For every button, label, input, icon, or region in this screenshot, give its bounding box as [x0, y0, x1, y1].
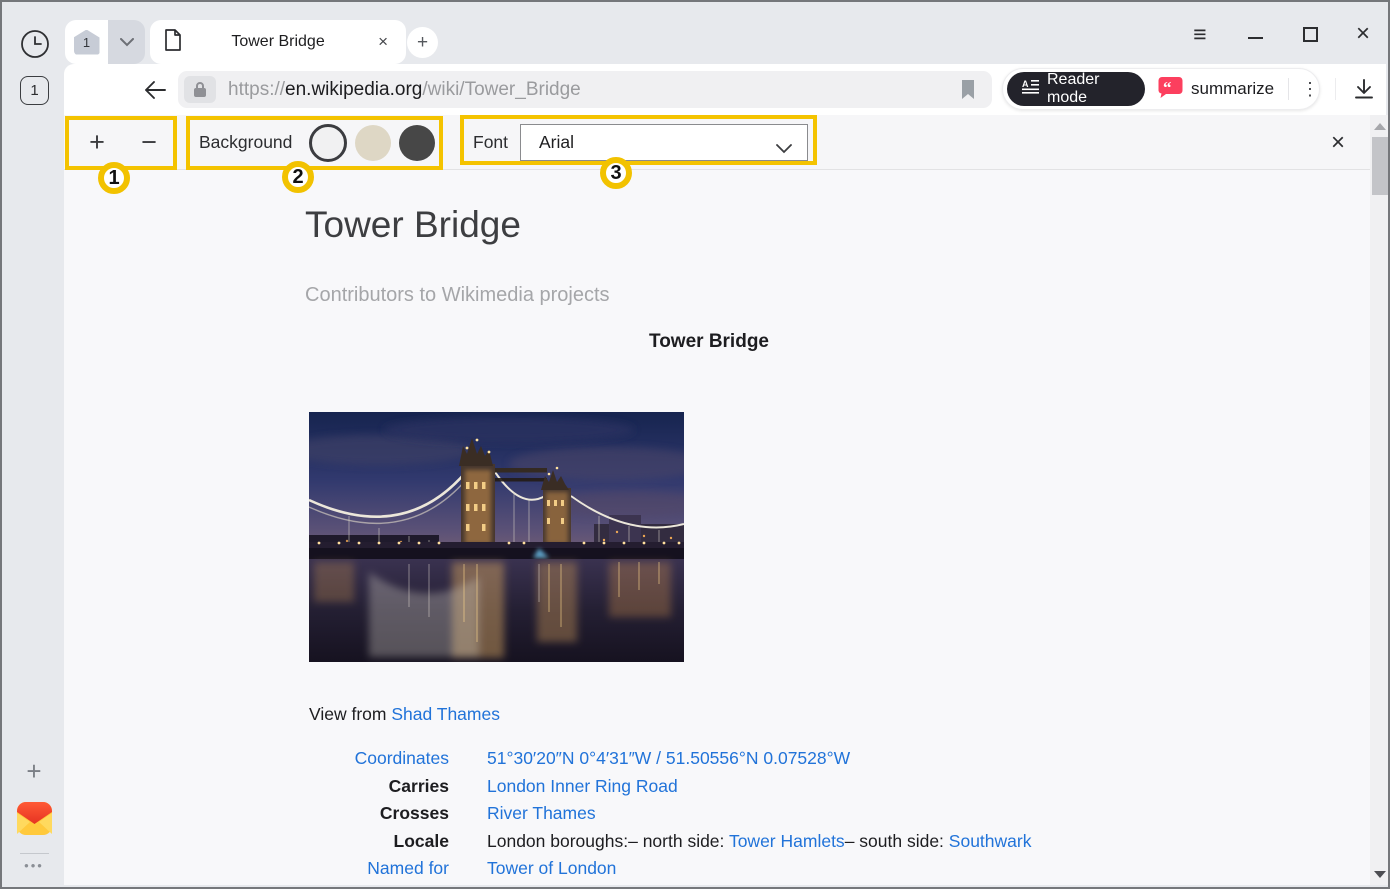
kebab-menu-icon[interactable]: ⋮	[1301, 79, 1319, 100]
article-byline: Contributors to Wikimedia projects	[305, 284, 610, 307]
annotation-box-3	[460, 115, 817, 165]
reader-mode-icon: A	[1022, 79, 1039, 99]
reader-mode-label: Reader mode	[1047, 71, 1130, 107]
history-clock-icon[interactable]	[20, 29, 50, 59]
article-link[interactable]: Southwark	[949, 831, 1032, 851]
annotation-badge-2: 2	[282, 161, 314, 193]
infobox-label: Crosses	[207, 803, 449, 824]
tab-group-count: 1	[74, 30, 100, 55]
table-row: Coordinates 51°30′20″N 0°4′31″W / 51.5055…	[207, 748, 1031, 776]
table-row: Carries London Inner Ring Road	[207, 776, 1031, 804]
vertical-scrollbar[interactable]	[1370, 115, 1390, 885]
table-row: Locale London boroughs:– north side: Towe…	[207, 831, 1031, 859]
tab-group-badge[interactable]: 1	[65, 20, 108, 64]
sidebar-more-icon[interactable]: •••	[4, 858, 64, 873]
summarize-quote-icon: “	[1158, 75, 1183, 104]
url-host: en.wikipedia.org	[285, 79, 422, 100]
infobox-label: Carries	[207, 776, 449, 797]
caption-link[interactable]: Shad Thames	[391, 704, 500, 724]
tab-group-control[interactable]: 1	[65, 20, 145, 64]
tab-close-icon[interactable]: ×	[374, 32, 392, 52]
url-path: /wiki/Tower_Bridge	[422, 79, 580, 100]
infobox-title: Tower Bridge	[305, 331, 1113, 353]
annotation-badge-1: 1	[98, 162, 130, 194]
url-scheme: https://	[228, 79, 285, 100]
article-link[interactable]: London Inner Ring Road	[487, 776, 678, 796]
article-link[interactable]: Tower of London	[487, 858, 616, 878]
table-row: Crosses River Thames	[207, 803, 1031, 831]
lock-icon[interactable]	[184, 76, 216, 103]
summarize-button[interactable]: “ summarize	[1158, 75, 1274, 104]
annotation-badge-3: 3	[600, 157, 632, 189]
sidebar-add-button[interactable]: +	[4, 756, 64, 787]
caption-prefix: View from	[309, 704, 391, 724]
tab-tower-bridge[interactable]: Tower Bridge ×	[150, 20, 406, 64]
article-link[interactable]: River Thames	[487, 803, 596, 823]
infobox-label[interactable]: Named for	[207, 858, 449, 879]
reader-content: Tower Bridge Contributors to Wikimedia p…	[64, 170, 1370, 885]
image-caption: View from Shad Thames	[309, 704, 500, 725]
svg-text:“: “	[1163, 78, 1172, 97]
workspace-badge[interactable]: 1	[20, 76, 49, 105]
scroll-up-arrow[interactable]	[1374, 123, 1386, 130]
tab-group-expand[interactable]	[108, 20, 145, 64]
tower-bridge-photo	[309, 412, 684, 662]
download-icon[interactable]	[1349, 74, 1379, 104]
page-actions-pill: A Reader mode “ summarize ⋮	[1002, 68, 1320, 110]
url-text: https://en.wikipedia.org/wiki/Tower_Brid…	[228, 79, 581, 101]
chevron-down-icon	[120, 38, 134, 47]
scroll-down-arrow[interactable]	[1374, 871, 1386, 878]
window-close-button[interactable]: ×	[1345, 4, 1381, 64]
infobox-label: Locale	[207, 831, 449, 852]
annotation-box-2	[186, 116, 443, 170]
reader-toolbar-close-icon[interactable]: ×	[1318, 115, 1358, 170]
page-icon	[164, 29, 182, 56]
sidebar-divider	[20, 853, 49, 854]
annotation-box-1	[65, 116, 177, 170]
browser-window: 1 Tower Bridge × + ≡ ×	[0, 0, 1390, 889]
summarize-label: summarize	[1191, 79, 1274, 99]
scrollbar-thumb[interactable]	[1372, 137, 1388, 195]
article-link[interactable]: 51°30′20″N 0°4′31″W / 51.50556°N 0.07528…	[487, 748, 850, 768]
infobox-value: River Thames	[487, 803, 596, 824]
mail-app-icon[interactable]	[16, 800, 53, 837]
window-maximize-button[interactable]	[1292, 4, 1328, 64]
reader-mode-button[interactable]: A Reader mode	[1007, 72, 1145, 106]
url-field[interactable]: https://en.wikipedia.org/wiki/Tower_Brid…	[178, 71, 992, 108]
address-bar-row: https://en.wikipedia.org/wiki/Tower_Brid…	[64, 64, 1386, 115]
window-menu-icon[interactable]: ≡	[1182, 4, 1218, 64]
page-title: Tower Bridge	[305, 204, 521, 246]
pill-divider	[1288, 78, 1289, 100]
infobox-value: London Inner Ring Road	[487, 776, 678, 797]
sidebar: 1 + •••	[4, 64, 64, 885]
infobox-rows: Coordinates 51°30′20″N 0°4′31″W / 51.5055…	[207, 748, 1031, 885]
infobox-value: London boroughs:– north side: Tower Haml…	[487, 831, 1031, 852]
infobox-value: Tower of London	[487, 858, 616, 879]
article-link[interactable]: Tower Hamlets	[729, 831, 845, 851]
window-minimize-button[interactable]	[1237, 4, 1273, 64]
download-divider	[1335, 78, 1336, 100]
tab-title: Tower Bridge	[182, 33, 374, 51]
back-button[interactable]	[141, 76, 169, 104]
table-row: Named for Tower of London	[207, 858, 1031, 885]
bookmark-icon[interactable]	[960, 80, 976, 105]
tab-strip: 1 Tower Bridge × + ≡ ×	[4, 4, 1386, 64]
new-tab-button[interactable]: +	[407, 27, 438, 58]
infobox-label[interactable]: Coordinates	[207, 748, 449, 769]
svg-text:A: A	[1022, 79, 1029, 89]
infobox-value: 51°30′20″N 0°4′31″W / 51.50556°N 0.07528…	[487, 748, 850, 769]
